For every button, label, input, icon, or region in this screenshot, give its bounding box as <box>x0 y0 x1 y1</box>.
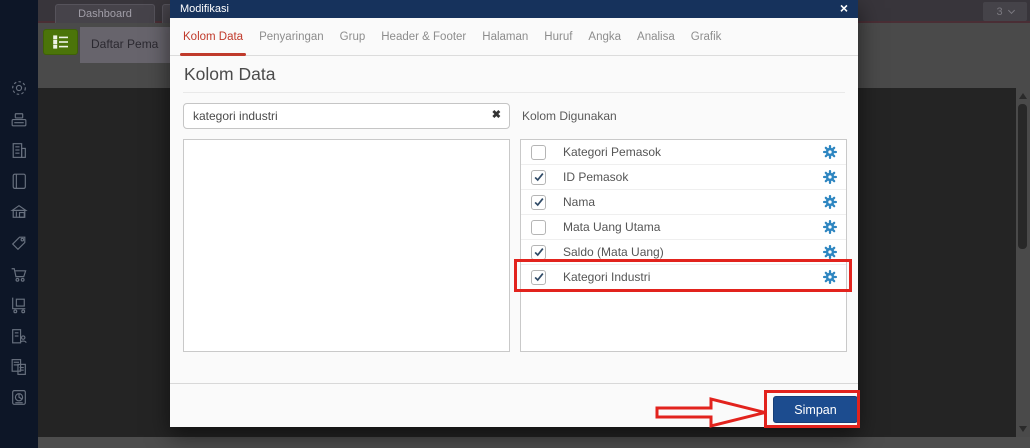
column-label: Mata Uang Utama <box>563 220 823 234</box>
column-settings-gear-icon[interactable] <box>823 195 837 209</box>
modal-tab[interactable]: Halaman <box>482 18 528 56</box>
dialog-title: Modifikasi <box>180 3 229 15</box>
dialog-title-bar[interactable]: Modifikasi × <box>170 0 858 18</box>
modal-tab[interactable]: Grup <box>340 18 366 56</box>
modal-tab[interactable]: Header & Footer <box>381 18 466 56</box>
column-search: ✖ <box>183 103 510 129</box>
column-checkbox[interactable] <box>531 170 546 185</box>
assets-icon[interactable] <box>9 326 29 346</box>
section-title: Kolom Data <box>184 64 275 85</box>
modal-tab[interactable]: Kolom Data <box>183 18 243 56</box>
checkmark-icon <box>533 246 545 258</box>
tab-count: 3 <box>996 6 1002 18</box>
cashier-icon[interactable] <box>9 109 29 129</box>
sidebar-nav <box>0 0 38 448</box>
modifikasi-dialog: Modifikasi × Kolom Data Penyaringan Grup He… <box>170 0 858 427</box>
tax-icon[interactable] <box>9 357 29 377</box>
screen: Dashboard Berita 3 Daftar Pema <box>0 0 1030 448</box>
column-label: Kategori Pemasok <box>563 145 823 159</box>
used-columns-label: Kolom Digunakan <box>522 103 617 129</box>
column-label: ID Pemasok <box>563 170 823 184</box>
column-checkbox[interactable] <box>531 220 546 235</box>
tab-dashboard[interactable]: Dashboard <box>55 4 155 23</box>
highlight-box-save <box>764 390 860 428</box>
purchases-cart-icon[interactable] <box>9 264 29 284</box>
highlight-box-kategori-industri <box>514 259 852 292</box>
column-checkbox[interactable] <box>531 145 546 160</box>
modal-tab[interactable]: Grafik <box>691 18 722 56</box>
reports-icon[interactable] <box>9 388 29 408</box>
list-icon <box>52 34 70 50</box>
chevron-down-icon <box>1008 6 1015 13</box>
used-column-row[interactable]: ID Pemasok <box>521 165 846 190</box>
column-label: Saldo (Mata Uang) <box>563 245 823 259</box>
modal-tab[interactable]: Penyaringan <box>259 18 324 56</box>
used-column-row[interactable]: Mata Uang Utama <box>521 215 846 240</box>
tab-daftar-pemasok[interactable]: Daftar Pema <box>80 27 172 63</box>
checkmark-icon <box>533 171 545 183</box>
divider <box>183 92 845 93</box>
close-icon[interactable]: × <box>840 0 848 18</box>
journal-icon[interactable] <box>9 171 29 191</box>
column-checkbox[interactable] <box>531 195 546 210</box>
list-view-button[interactable] <box>43 29 78 55</box>
used-column-row[interactable]: Kategori Pemasok <box>521 140 846 165</box>
checkmark-icon <box>533 196 545 208</box>
available-columns-list[interactable] <box>183 139 510 352</box>
column-settings-gear-icon[interactable] <box>823 245 837 259</box>
column-settings-gear-icon[interactable] <box>823 220 837 234</box>
modal-tab-bar: Kolom Data Penyaringan Grup Header & Footer… <box>170 18 858 56</box>
settings-icon[interactable] <box>9 78 29 98</box>
column-settings-gear-icon[interactable] <box>823 170 837 184</box>
footer-divider <box>170 383 858 384</box>
price-tag-icon[interactable] <box>9 233 29 253</box>
modal-tab[interactable]: Analisa <box>637 18 675 56</box>
inventory-trolley-icon[interactable] <box>9 295 29 315</box>
scroll-up-icon[interactable] <box>1019 93 1027 99</box>
bank-icon[interactable] <box>9 202 29 222</box>
column-settings-gear-icon[interactable] <box>823 145 837 159</box>
column-checkbox[interactable] <box>531 245 546 260</box>
tutorial-arrow-icon <box>655 397 768 428</box>
modal-tab[interactable]: Angka <box>588 18 621 56</box>
clear-search-icon[interactable]: ✖ <box>492 108 501 121</box>
used-column-row[interactable]: Nama <box>521 190 846 215</box>
scroll-down-icon[interactable] <box>1019 426 1027 432</box>
vertical-scrollbar[interactable] <box>1016 88 1030 437</box>
modal-tab[interactable]: Huruf <box>544 18 572 56</box>
bottom-bar <box>38 437 1030 448</box>
used-columns-list: Kategori Pemasok ID Pemasok <box>520 139 847 352</box>
scrollbar-thumb[interactable] <box>1018 104 1027 249</box>
column-label: Nama <box>563 195 823 209</box>
tab-pager-dropdown[interactable]: 3 <box>983 2 1027 21</box>
company-icon[interactable] <box>9 140 29 160</box>
search-input[interactable] <box>183 103 510 129</box>
